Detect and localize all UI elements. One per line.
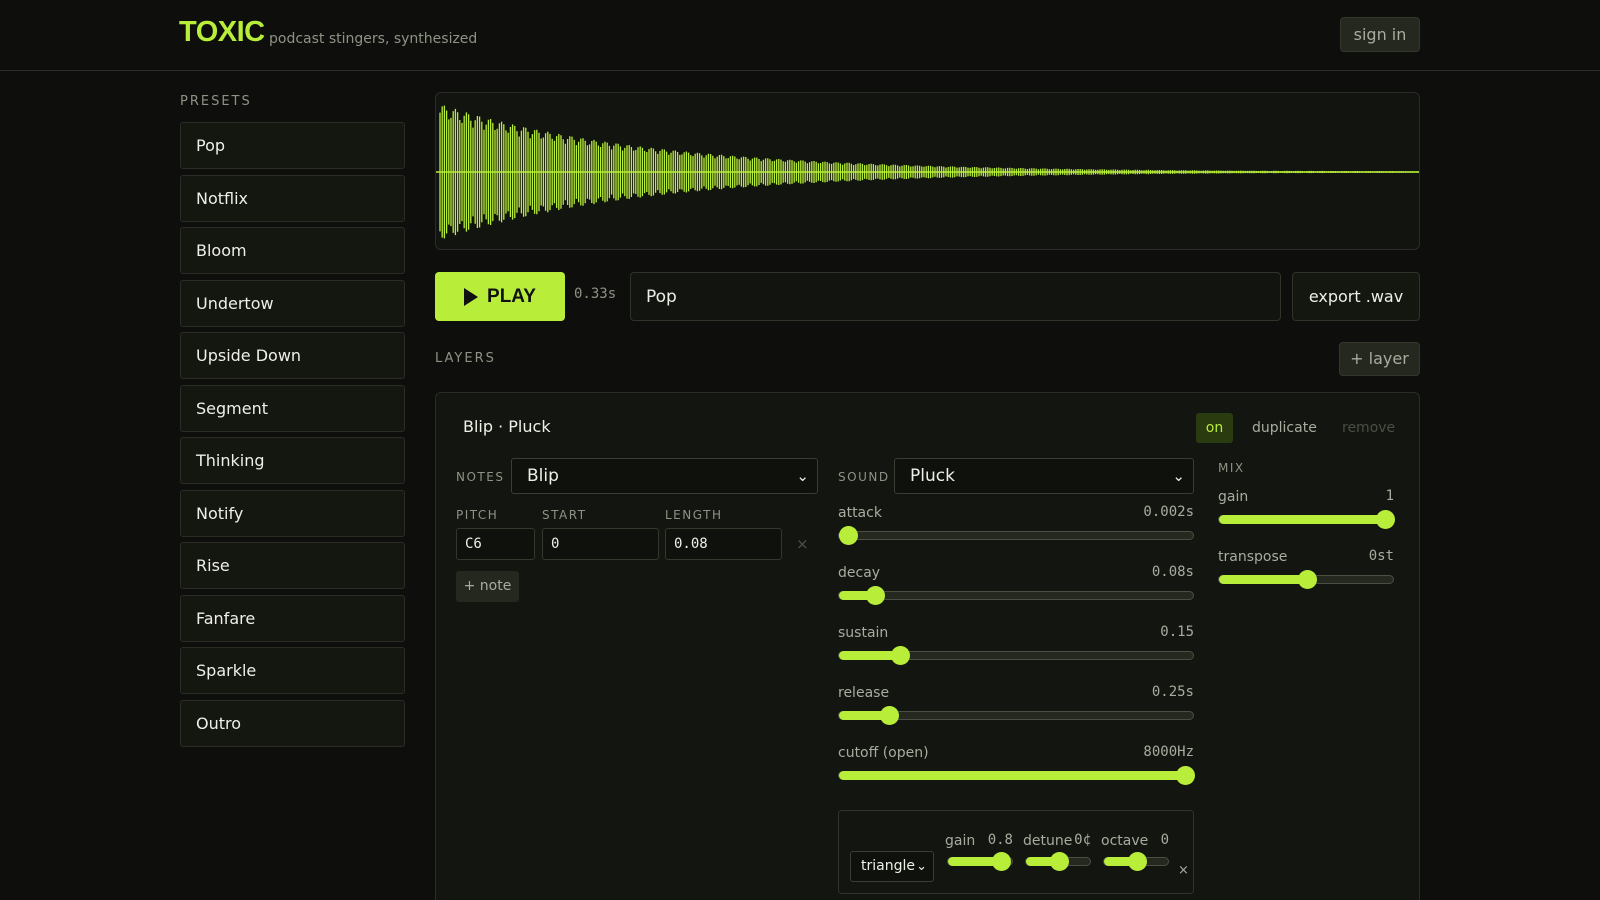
envelope-sustain-slider[interactable] (838, 646, 1194, 665)
preset-item[interactable]: Notify (180, 489, 405, 537)
chevron-down-icon: ⌄ (1172, 467, 1185, 485)
sound-label: SOUND (838, 470, 890, 484)
chevron-down-icon: ⌄ (796, 467, 809, 485)
envelope-decay-value: 0.08s (1151, 564, 1194, 580)
mix-gain-fill (1219, 515, 1385, 524)
envelope-cutoff-slider[interactable] (838, 766, 1195, 785)
waveform-graphic (436, 105, 1419, 239)
mix-gain-knob[interactable] (1376, 510, 1395, 529)
pitch-field[interactable]: C6 (456, 528, 535, 560)
chevron-down-icon: ⌄ (916, 859, 927, 874)
notes-select-value: Blip (527, 466, 559, 486)
start-label: START (542, 508, 587, 522)
envelope-decay-knob[interactable] (865, 586, 885, 605)
layer-on-toggle[interactable]: on (1196, 413, 1233, 443)
osc-gain-knob[interactable] (991, 852, 1011, 871)
envelope-decay-label: decay (838, 565, 881, 581)
export-wav-button[interactable]: export .wav (1292, 272, 1420, 321)
preset-item[interactable]: Segment (180, 384, 405, 432)
top-bar: TOXIC podcast stingers, synthesized sign… (0, 0, 1600, 71)
envelope-release-value: 0.25s (1151, 684, 1194, 700)
envelope-cutoff-value: 8000Hz (1143, 744, 1194, 760)
osc-octave-label: octave (1101, 833, 1149, 849)
play-triangle-icon (464, 287, 479, 306)
mix-transpose-fill (1219, 575, 1307, 584)
osc-gain-value: 0.8 (987, 832, 1013, 848)
preset-item[interactable]: Notflix (180, 174, 405, 222)
envelope-decay-slider[interactable] (838, 586, 1194, 605)
envelope-release-slider[interactable] (838, 706, 1194, 725)
osc-octave-slider[interactable] (1103, 852, 1169, 871)
envelope-attack-value: 0.002s (1143, 504, 1194, 520)
preset-item[interactable]: Thinking (180, 437, 405, 484)
envelope-sustain-value: 0.15 (1160, 624, 1194, 640)
stinger-name-input[interactable] (630, 272, 1281, 321)
length-label: LENGTH (665, 508, 723, 522)
preset-item[interactable]: Undertow (180, 279, 405, 327)
preset-item[interactable]: Rise (180, 542, 405, 589)
notes-label: NOTES (456, 470, 505, 484)
presets-heading: PRESETS (180, 94, 252, 109)
preset-item[interactable]: Sparkle (180, 647, 405, 694)
close-icon[interactable]: × (1178, 863, 1189, 878)
osc-detune-knob[interactable] (1050, 852, 1069, 871)
layers-heading: LAYERS (435, 351, 496, 366)
notes-select[interactable]: Blip ⌄ (511, 458, 818, 494)
waveform-display (435, 92, 1420, 250)
mix-gain-value: 1 (1385, 488, 1394, 504)
layer-card: Blip · Pluck on duplicate remove NOTES B… (435, 392, 1420, 900)
preset-item[interactable]: Outro (180, 699, 405, 747)
preset-item[interactable]: Fanfare (180, 594, 405, 642)
length-field[interactable]: 0.08 (665, 528, 782, 560)
oscillator-row: triangle ⌄ gain 0.8 detune 0¢ octave 0 × (838, 810, 1194, 894)
osc-detune-value: 0¢ (1074, 832, 1091, 848)
brand-logo[interactable]: TOXIC (179, 16, 265, 49)
envelope-sustain-label: sustain (838, 625, 889, 641)
osc-gain-slider[interactable] (947, 852, 1013, 871)
osc-octave-value: 0 (1160, 832, 1169, 848)
mix-transpose-label: transpose (1218, 549, 1288, 565)
envelope-attack-label: attack (838, 505, 882, 521)
play-button[interactable]: PLAY (435, 272, 565, 321)
sign-in-button[interactable]: sign in (1340, 17, 1420, 52)
envelope-sustain-knob[interactable] (890, 646, 910, 665)
mix-transpose-slider[interactable] (1218, 570, 1394, 589)
envelope-cutoff-fill (839, 771, 1185, 780)
waveform-select[interactable]: triangle ⌄ (850, 851, 934, 882)
layer-title: Blip · Pluck (463, 417, 551, 436)
envelope-release-knob[interactable] (879, 706, 899, 725)
preset-item[interactable]: Bloom (180, 227, 405, 274)
envelope-attack-knob[interactable] (839, 526, 858, 545)
osc-octave-knob[interactable] (1128, 852, 1147, 871)
tagline: podcast stingers, synthesized (269, 31, 478, 47)
start-field[interactable]: 0 (542, 528, 659, 560)
waveform-select-value: triangle (861, 858, 915, 874)
preset-item[interactable]: Upside Down (180, 332, 405, 379)
osc-detune-slider[interactable] (1025, 852, 1091, 871)
pitch-label: PITCH (456, 508, 499, 522)
duration-readout: 0.33s (574, 286, 617, 302)
osc-detune-label: detune (1023, 833, 1073, 849)
sound-select[interactable]: Pluck ⌄ (894, 458, 1194, 494)
preset-item[interactable]: Pop (180, 122, 405, 169)
envelope-cutoff-knob[interactable] (1176, 766, 1195, 785)
envelope-cutoff-label: cutoff (open) (838, 745, 929, 761)
add-layer-button[interactable]: + layer (1339, 342, 1420, 376)
mix-gain-label: gain (1218, 489, 1249, 505)
duplicate-layer-button[interactable]: duplicate (1252, 420, 1317, 436)
remove-layer-button[interactable]: remove (1342, 420, 1395, 436)
mix-gain-slider[interactable] (1218, 510, 1395, 529)
mix-transpose-value: 0st (1368, 548, 1394, 564)
play-label: PLAY (487, 285, 536, 307)
mix-label: MIX (1218, 461, 1245, 475)
add-note-button[interactable]: + note (456, 571, 519, 602)
envelope-release-label: release (838, 685, 890, 701)
sound-select-value: Pluck (910, 466, 955, 486)
envelope-attack-slider[interactable] (838, 526, 1194, 545)
osc-gain-label: gain (945, 833, 976, 849)
remove-note-icon[interactable]: × (796, 535, 809, 553)
mix-transpose-knob[interactable] (1298, 570, 1317, 589)
